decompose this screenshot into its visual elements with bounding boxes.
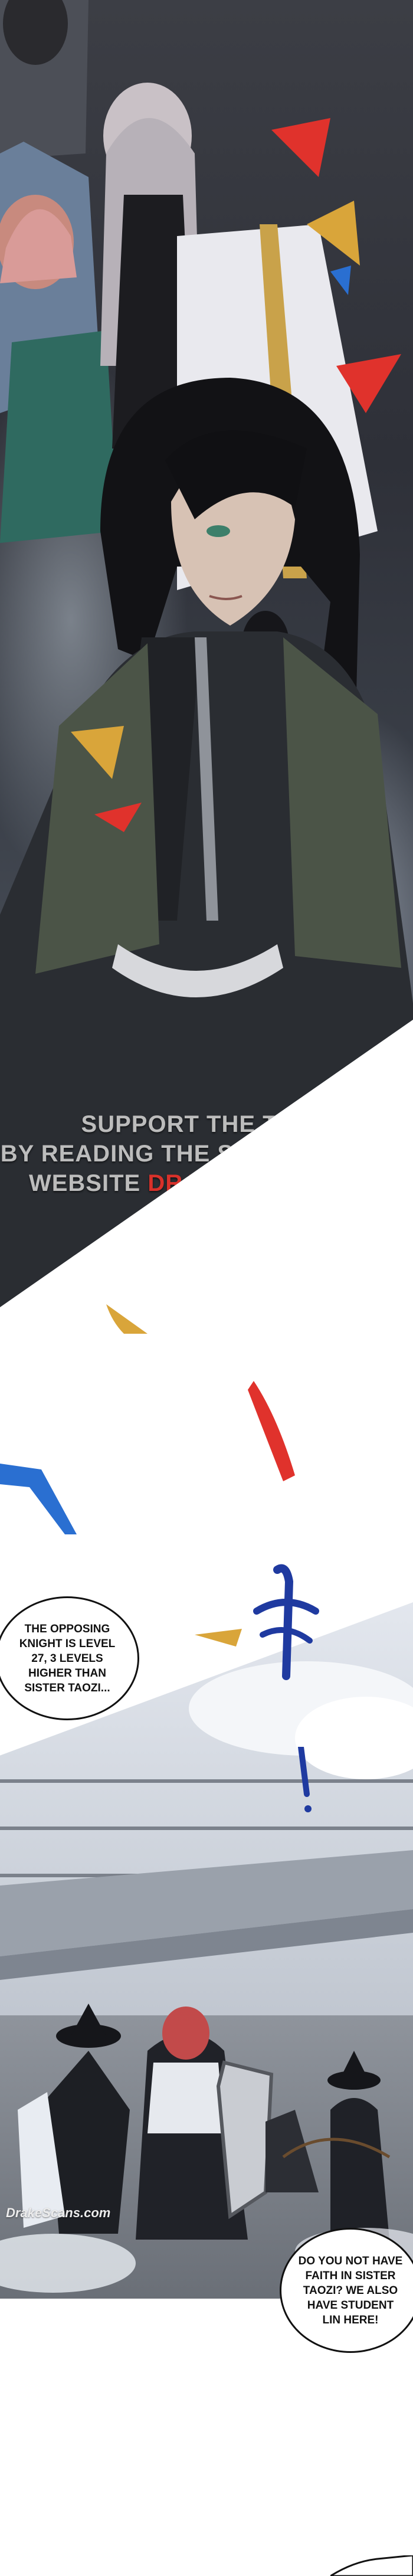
speech-bubble-faith-in-taozi: DO YOU NOT HAVE FAITH IN SISTER TAOZI? W…: [280, 2228, 413, 2353]
watermark-line-2: BY READING THE SERIES ON OUR: [0, 1141, 413, 1167]
confetti-piece: [0, 1464, 77, 1534]
panel-1: SUPPORT THE TEAM BY READING THE SERIES O…: [0, 0, 413, 1307]
panel-logo: DrakeScans.com: [6, 2205, 111, 2220]
confetti-piece: [195, 1629, 242, 1647]
watermark-prefix: WEBSITE: [28, 1170, 148, 1196]
confetti-piece: [248, 1381, 295, 1481]
watermark-site-link: DRAKESCANS.COM: [148, 1170, 385, 1196]
confetti-piece: [106, 1304, 148, 1334]
watermark-line-3: WEBSITE DRAKESCANS.COM: [0, 1168, 413, 1198]
speech-bubble-opposing-knight: THE OPPOSING KNIGHT IS LEVEL 27, 3 LEVEL…: [0, 1596, 139, 1720]
sfx-mark-tail: [298, 1747, 312, 1812]
watermark-line-1: SUPPORT THE TEAM: [81, 1111, 332, 1137]
next-panel-edge: [330, 2555, 413, 2576]
